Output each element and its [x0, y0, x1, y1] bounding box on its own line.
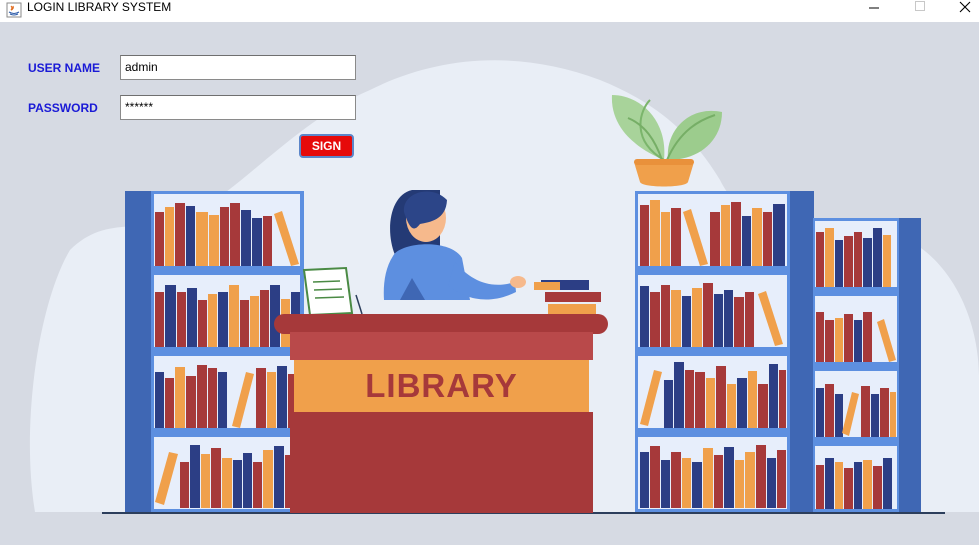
close-icon — [959, 1, 971, 13]
minimize-icon — [869, 7, 879, 9]
right-bookshelf — [635, 191, 814, 513]
right-bookshelf-back — [813, 218, 921, 513]
library-desk — [274, 314, 608, 513]
sign-button[interactable]: SIGN — [299, 134, 354, 158]
username-label: USER NAME — [28, 61, 101, 75]
title-bar: LOGIN LIBRARY SYSTEM — [0, 0, 979, 22]
minimize-button[interactable] — [851, 0, 897, 14]
maximize-icon — [915, 1, 925, 11]
left-bookshelf — [125, 191, 304, 513]
password-input[interactable]: ****** — [120, 95, 356, 120]
desk-sign-text: LIBRARY — [365, 367, 518, 404]
close-button[interactable] — [942, 0, 979, 14]
window-title: LOGIN LIBRARY SYSTEM — [27, 0, 172, 14]
maximize-button[interactable] — [897, 0, 943, 14]
username-input[interactable]: admin — [120, 55, 356, 80]
java-app-icon — [6, 2, 22, 18]
password-label: PASSWORD — [28, 101, 98, 115]
